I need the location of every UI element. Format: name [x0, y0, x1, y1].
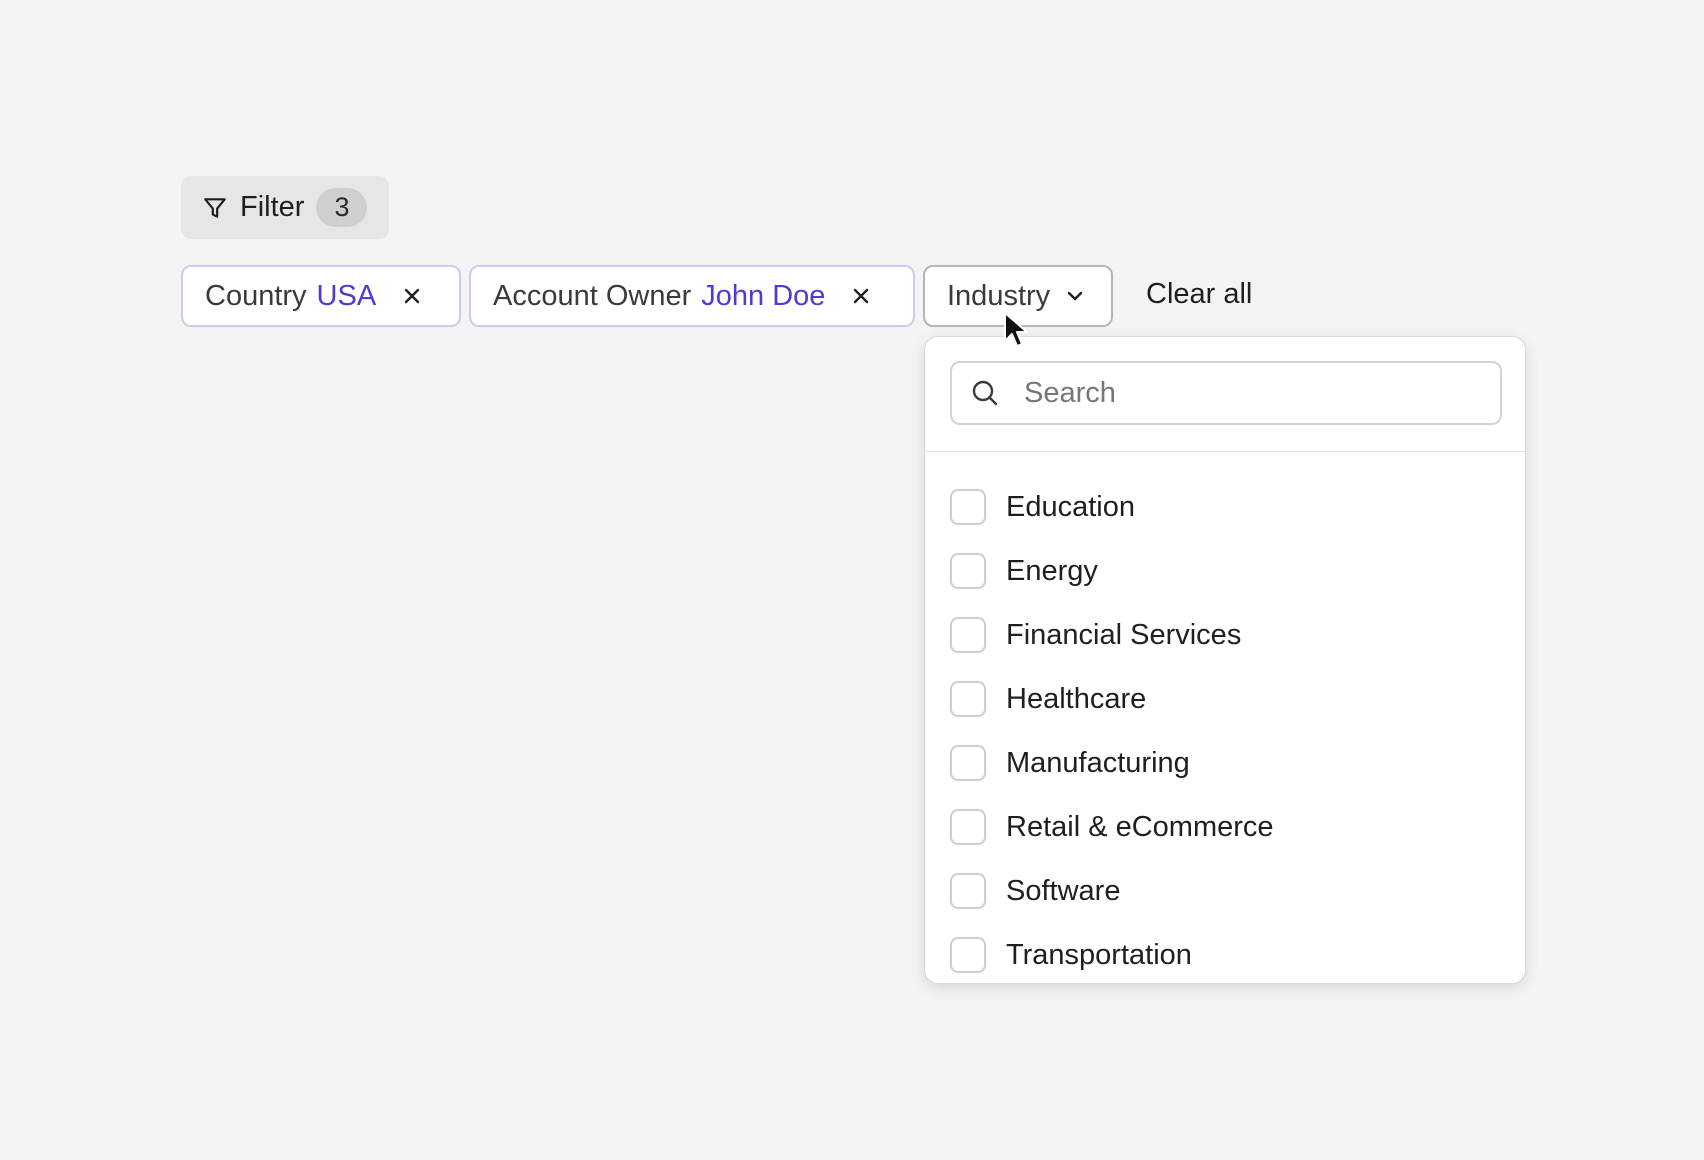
option-label: Software	[1006, 874, 1121, 907]
option-financial-services[interactable]: Financial Services	[950, 603, 1274, 667]
clear-all-button[interactable]: Clear all	[1146, 278, 1252, 311]
option-label: Energy	[1006, 554, 1098, 587]
search-icon	[972, 380, 998, 406]
option-education[interactable]: Education	[950, 475, 1274, 539]
search-input[interactable]	[1022, 375, 1486, 411]
checkbox[interactable]	[950, 873, 986, 909]
option-label: Healthcare	[1006, 682, 1147, 715]
close-icon[interactable]	[402, 286, 422, 306]
option-label: Transportation	[1006, 938, 1192, 971]
option-label: Financial Services	[1006, 618, 1242, 651]
checkbox[interactable]	[950, 489, 986, 525]
close-icon[interactable]	[851, 286, 871, 306]
industry-dropdown-panel: Education Energy Financial Services Heal…	[924, 336, 1526, 984]
option-label: Retail & eCommerce	[1006, 810, 1274, 843]
checkbox[interactable]	[950, 617, 986, 653]
checkbox[interactable]	[950, 681, 986, 717]
chip-value: USA	[316, 279, 377, 312]
checkbox[interactable]	[950, 553, 986, 589]
checkbox[interactable]	[950, 937, 986, 973]
search-field[interactable]	[950, 361, 1502, 425]
checkbox[interactable]	[950, 809, 986, 845]
checkbox[interactable]	[950, 745, 986, 781]
option-label: Manufacturing	[1006, 746, 1190, 779]
option-healthcare[interactable]: Healthcare	[950, 667, 1274, 731]
option-manufacturing[interactable]: Manufacturing	[950, 731, 1274, 795]
industry-options-list: Education Energy Financial Services Heal…	[950, 475, 1274, 983]
option-energy[interactable]: Energy	[950, 539, 1274, 603]
chip-label: Country	[205, 279, 307, 312]
option-retail-ecommerce[interactable]: Retail & eCommerce	[950, 795, 1274, 859]
chip-value: John Doe	[701, 279, 826, 312]
funnel-icon	[204, 197, 226, 218]
chevron-down-icon	[1067, 291, 1083, 301]
filter-chip-account-owner[interactable]: Account Owner John Doe	[469, 265, 915, 327]
filter-count-badge: 3	[316, 188, 368, 227]
filter-label: Filter	[240, 191, 305, 223]
divider	[925, 451, 1525, 452]
option-label: Education	[1006, 490, 1135, 523]
industry-label: Industry	[947, 279, 1051, 312]
filter-chip-country[interactable]: Country USA	[181, 265, 461, 327]
option-transportation[interactable]: Transportation	[950, 923, 1274, 983]
chip-label: Account Owner	[493, 279, 692, 312]
filter-button[interactable]: Filter 3	[181, 176, 389, 239]
option-software[interactable]: Software	[950, 859, 1274, 923]
mouse-cursor-icon	[1004, 312, 1028, 347]
